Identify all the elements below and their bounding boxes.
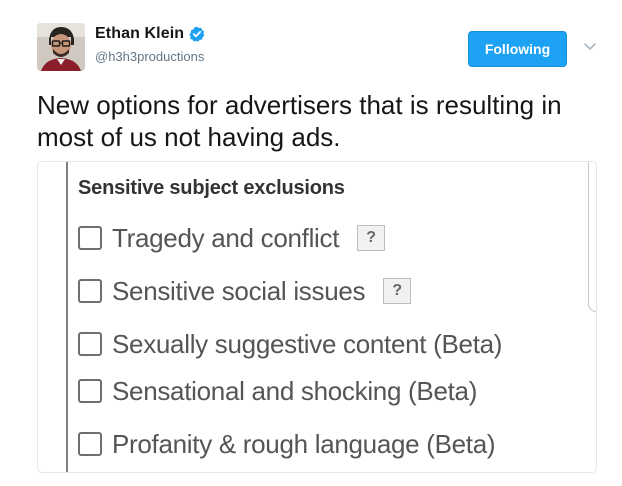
option-sensational-and-shocking: Sensational and shocking (Beta) (78, 373, 477, 409)
option-tragedy-and-conflict: Tragedy and conflict ? (78, 220, 386, 256)
chevron-down-icon[interactable] (582, 40, 598, 52)
avatar[interactable] (37, 23, 85, 71)
exclusions-heading: Sensitive subject exclusions (78, 177, 345, 199)
checkbox-icon (78, 432, 102, 456)
display-name[interactable]: Ethan Klein (95, 25, 184, 43)
checkbox-icon (78, 279, 102, 303)
option-label: Sensational and shocking (Beta) (112, 375, 478, 406)
display-name-row: Ethan Klein (95, 24, 205, 44)
verified-badge-icon (189, 26, 205, 42)
option-label: Profanity & rough language (Beta) (112, 428, 496, 459)
checkbox-icon (78, 226, 102, 250)
help-icon: ? (383, 278, 412, 304)
option-profanity-and-rough-language: Profanity & rough language (Beta) (78, 426, 496, 462)
tweet-media-image[interactable]: Sensitive subject exclusions Tragedy and… (37, 161, 597, 473)
media-scrollbar (588, 162, 596, 312)
option-sensitive-social-issues: Sensitive social issues ? (78, 273, 412, 309)
profile-photo-avatar-icon (37, 23, 85, 71)
option-label: Sexually suggestive content (Beta) (112, 328, 503, 359)
option-sexually-suggestive-content: Sexually suggestive content (Beta) (78, 326, 502, 362)
checkbox-icon (78, 332, 102, 356)
following-button[interactable]: Following (468, 31, 567, 67)
tweet-text: New options for advertisers that is resu… (37, 90, 562, 152)
help-icon: ? (357, 225, 386, 251)
user-handle[interactable]: @h3h3productions (95, 49, 205, 64)
checkbox-icon (78, 379, 102, 403)
user-block: Ethan Klein @h3h3productions (95, 24, 205, 64)
media-divider (66, 162, 68, 472)
option-label: Sensitive social issues (112, 275, 366, 306)
option-label: Tragedy and conflict (112, 222, 340, 253)
